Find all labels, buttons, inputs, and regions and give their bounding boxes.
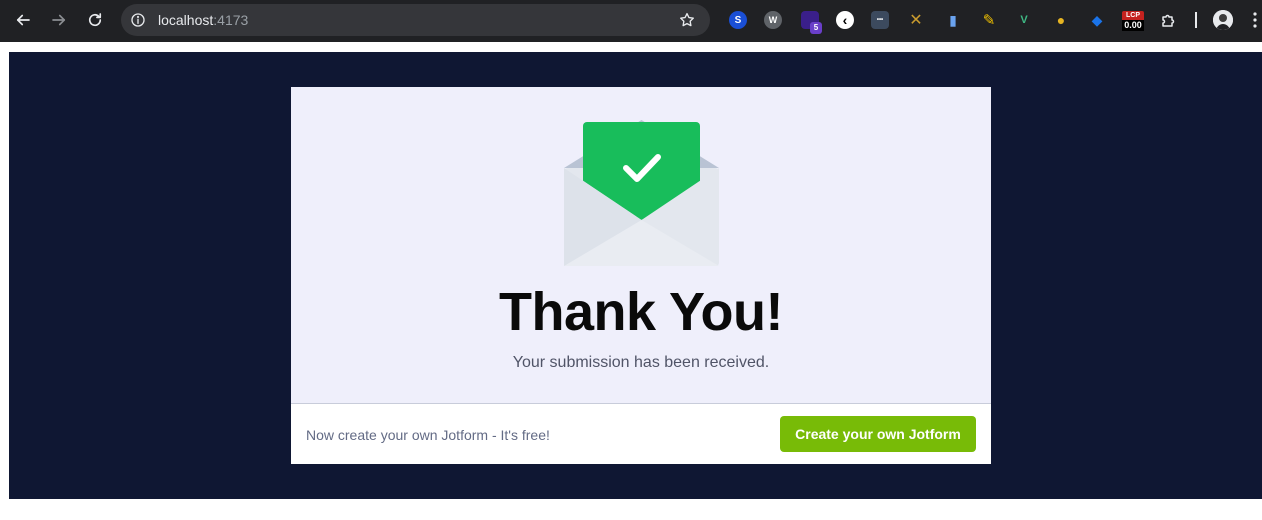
lcp-label: LCP [1122,11,1144,20]
clipboard-extension-icon[interactable]: ▮ [944,11,962,29]
back-circle-extension-icon[interactable]: ‹ [836,11,854,29]
page-title: Thank You! [498,282,784,342]
dots-extension-icon[interactable]: ••• [871,11,889,29]
vue-extension-icon[interactable]: V [1015,11,1033,29]
browser-toolbar: localhost:4173 S W 5 ‹ ••• ✕ ▮ ✎ V ● ◆ L… [0,0,1262,42]
submission-message: Your submission has been received. [512,354,770,371]
address-bar[interactable]: localhost:4173 [121,4,710,36]
url-port: :4173 [213,12,249,28]
tag-extension-icon[interactable]: ◆ [1088,11,1106,29]
url-host: localhost [158,12,214,28]
envelope-check-icon [564,120,719,266]
arrow-left-icon [16,14,30,26]
card-footer: Now create your own Jotform - It's free!… [291,403,991,464]
profile-avatar[interactable] [1213,10,1233,30]
forward-button[interactable] [47,8,71,32]
s-extension-icon[interactable]: S [729,11,747,29]
extensions-puzzle-icon[interactable] [1160,11,1178,29]
stack-extension-icon[interactable]: 5 [801,11,822,34]
info-icon[interactable] [130,12,146,28]
url-text[interactable]: localhost:4173 [158,12,248,28]
footer-promo-text: Now create your own Jotform - It's free! [306,427,550,443]
form-background: Thank You! Your submission has been rece… [9,52,1262,499]
back-button[interactable] [11,8,35,32]
reload-button[interactable] [83,8,107,32]
ruler-extension-icon[interactable]: ✕ [907,11,925,29]
w-extension-icon[interactable]: W [764,11,782,29]
bookmark-star-icon[interactable] [678,11,696,29]
menu-kebab-icon[interactable] [1252,11,1258,29]
pen-extension-icon[interactable]: ✎ [980,11,998,29]
lcp-extension-badge[interactable]: LCP 0.00 [1122,11,1144,33]
toolbar-divider [1195,12,1197,28]
thank-you-card: Thank You! Your submission has been rece… [291,87,991,464]
arrow-right-icon [52,14,66,26]
page-viewport: Thank You! Your submission has been rece… [0,42,1262,520]
person-icon [1213,10,1233,30]
duck-extension-icon[interactable]: ● [1052,11,1070,29]
reload-icon [88,13,102,27]
create-jotform-button[interactable]: Create your own Jotform [780,416,976,452]
lcp-value: 0.00 [1122,20,1144,31]
